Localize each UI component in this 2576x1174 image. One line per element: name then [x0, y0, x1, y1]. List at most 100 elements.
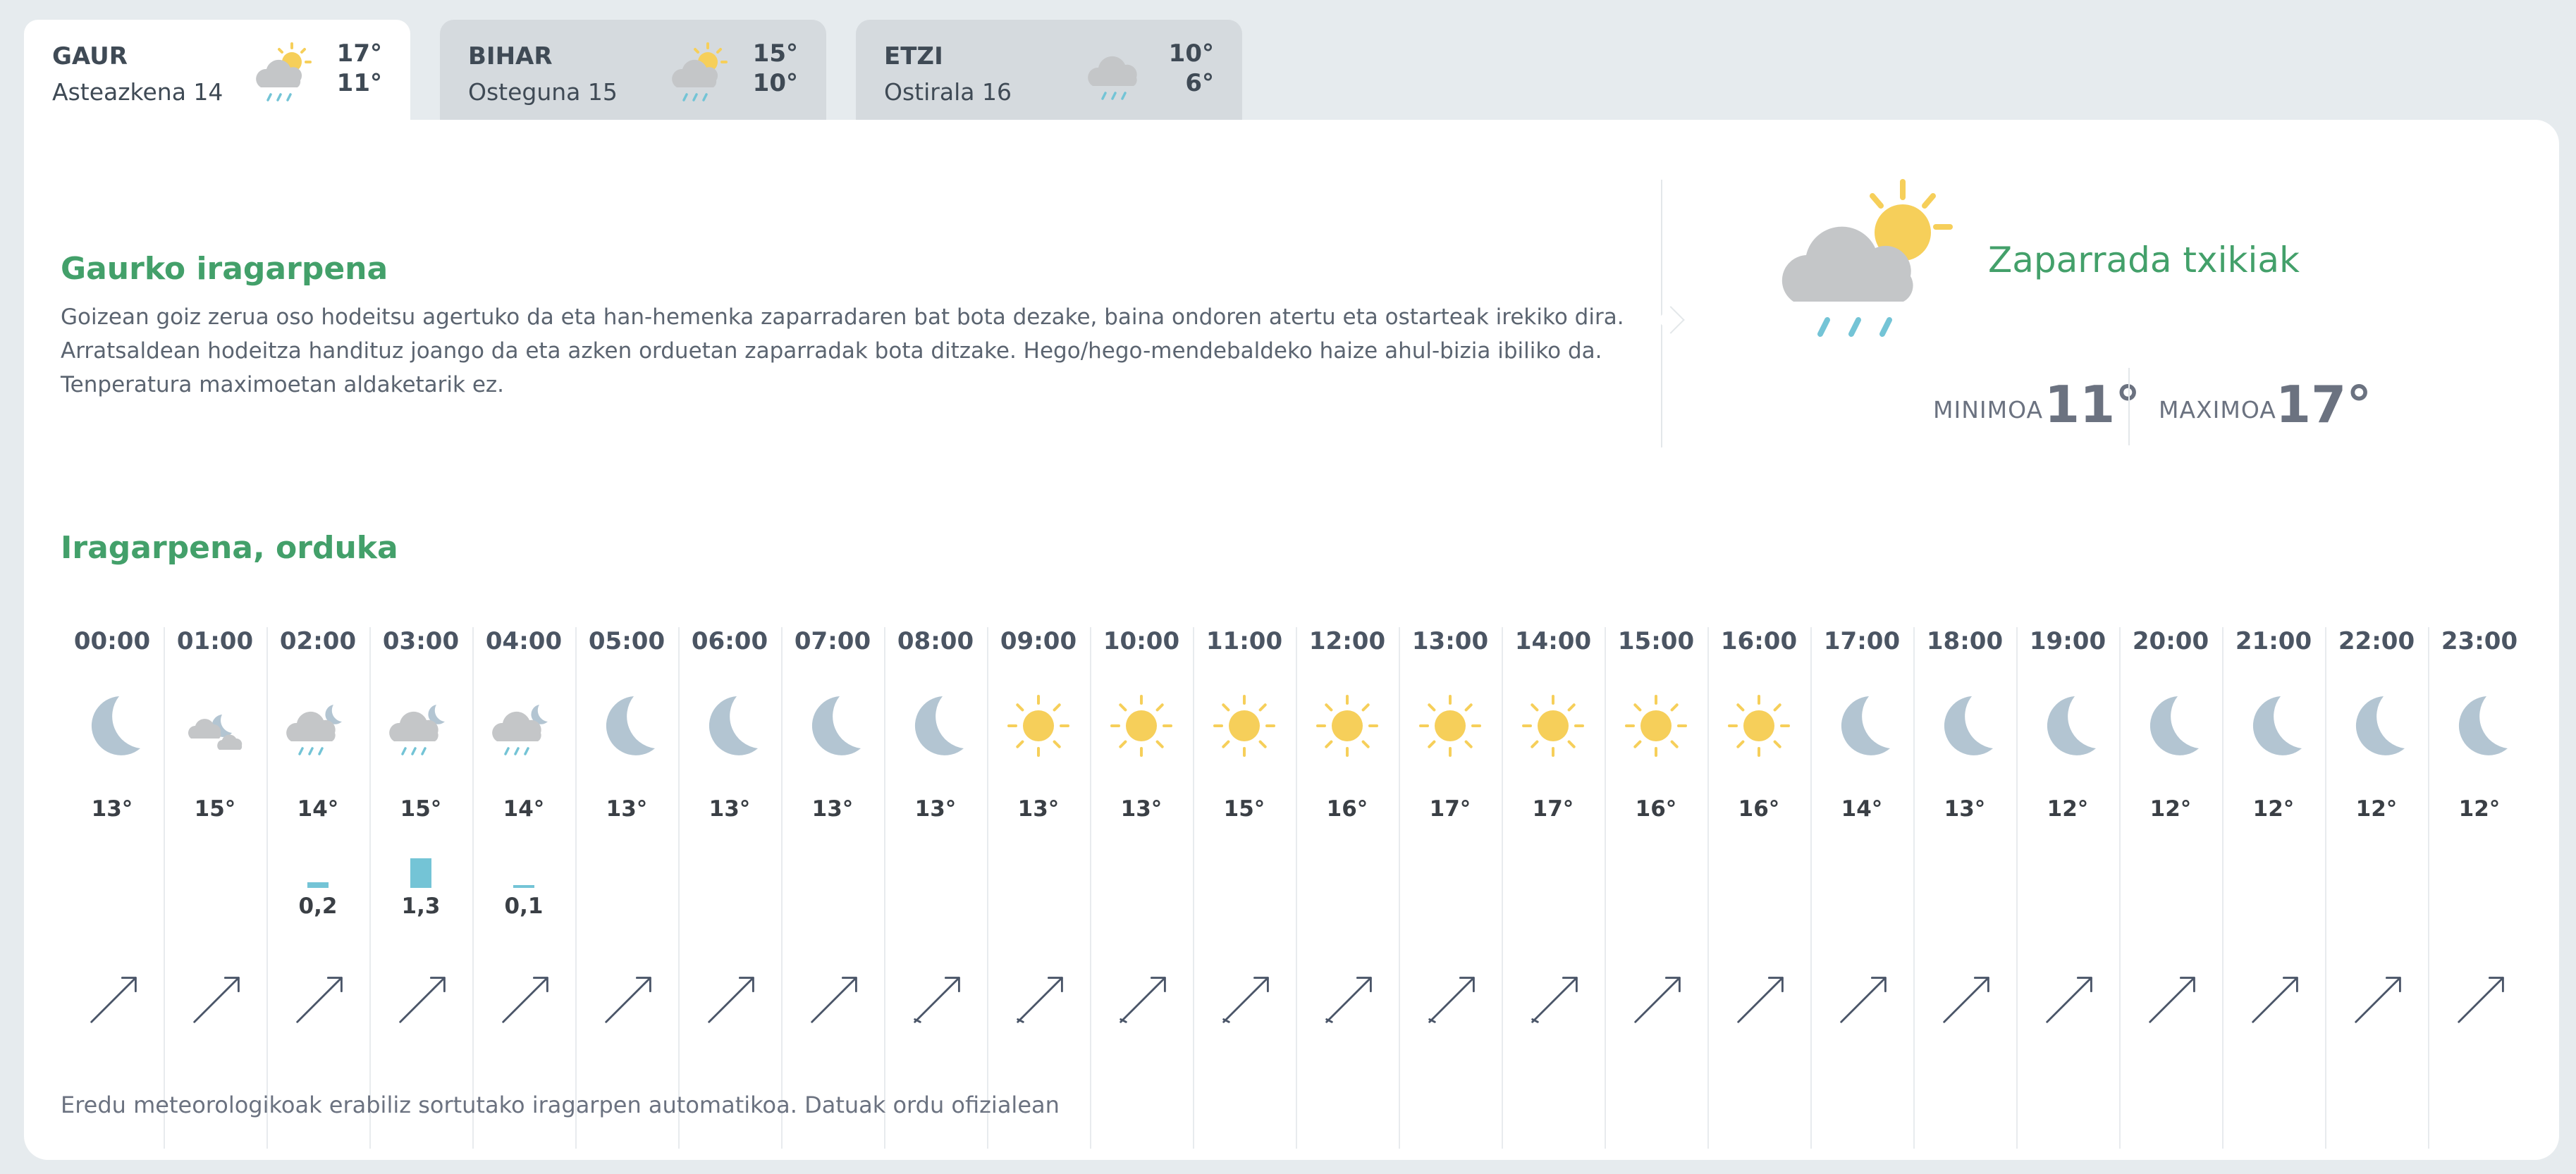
- moon-icon: [2355, 696, 2405, 755]
- hour-temp: 16°: [1326, 796, 1368, 822]
- hour-temp: 13°: [914, 796, 957, 822]
- hour-column: 19:00 12°: [2016, 627, 2121, 1149]
- hour-label: 05:00: [588, 627, 666, 655]
- hour-label: 02:00: [279, 627, 357, 655]
- hour-temp: 12°: [2252, 796, 2295, 822]
- min-label: MINIMOA: [1933, 396, 2044, 424]
- wind-arrow-icon: [1634, 977, 1681, 1023]
- sun-icon: [1522, 695, 1584, 757]
- tab-day-date: Asteazkena 14: [52, 78, 223, 106]
- hour-column: 13:00 17°: [1399, 627, 1503, 1149]
- hour-label: 13:00: [1411, 627, 1489, 655]
- max-value: 17°: [2276, 375, 2372, 434]
- hour-column: 07:00 13°: [781, 627, 885, 1149]
- tab-day-name: GAUR: [52, 42, 128, 70]
- hour-temp: 13°: [709, 796, 751, 822]
- wind-arrow-icon: [2458, 977, 2504, 1023]
- tab-bihar[interactable]: BIHAR Osteguna 15 15° 10°: [440, 20, 826, 120]
- hour-column: 08:00 13°: [884, 627, 988, 1149]
- wind-arrow-icon: [708, 977, 754, 1023]
- sun-icon: [1007, 695, 1069, 757]
- hour-column: 03:00 15° 1,3: [369, 627, 474, 1149]
- hour-temp: 13°: [811, 796, 854, 822]
- precip-value: 0,2: [298, 894, 338, 919]
- tab-max-temp: 10°: [1168, 39, 1214, 68]
- hour-column: 10:00 13°: [1090, 627, 1194, 1149]
- wind-arrow-icon: [502, 977, 548, 1023]
- wind-arrow-icon: [399, 977, 446, 1023]
- sun-icon: [1213, 695, 1275, 757]
- moon-icon: [2458, 696, 2508, 755]
- moon-icon: [2252, 696, 2302, 755]
- wind-arrow-icon: [1017, 977, 1063, 1023]
- hour-temp: 13°: [91, 796, 133, 822]
- hour-label: 15:00: [1617, 627, 1695, 655]
- hour-label: 18:00: [1926, 627, 2004, 655]
- hour-column: 22:00 12°: [2325, 627, 2429, 1149]
- hour-temp: 17°: [1429, 796, 1471, 822]
- hour-label: 03:00: [382, 627, 460, 655]
- sun-icon: [1728, 695, 1790, 757]
- max-label: MAXIMOA: [2159, 396, 2276, 424]
- wind-arrow-icon: [2149, 977, 2195, 1023]
- hour-column: 01:00 15°: [164, 627, 268, 1149]
- hour-temp: 12°: [2149, 796, 2192, 822]
- hour-column: 16:00 16°: [1707, 627, 1812, 1149]
- hour-column: 14:00 17°: [1502, 627, 1606, 1149]
- hour-temp: 12°: [2047, 796, 2089, 822]
- hour-label: 19:00: [2029, 627, 2106, 655]
- wind-arrow-icon: [1840, 977, 1887, 1023]
- wind-arrow-icon: [605, 977, 651, 1023]
- moon-icon: [91, 696, 140, 755]
- wind-arrow-icon: [1428, 977, 1475, 1023]
- moon-icon: [2047, 696, 2096, 755]
- sun-cloud-rain-icon: [1781, 179, 1953, 337]
- hour-column: 04:00 14° 0,1: [472, 627, 577, 1149]
- hour-label: 11:00: [1206, 627, 1283, 655]
- tab-gaur[interactable]: GAUR Asteazkena 14 17° 11°: [24, 20, 410, 125]
- hour-temp: 16°: [1738, 796, 1780, 822]
- hour-label: 17:00: [1823, 627, 1901, 655]
- moon-icon: [606, 696, 655, 755]
- hour-temp: 12°: [2355, 796, 2398, 822]
- tab-max-temp: 15°: [752, 39, 798, 68]
- hour-column: 06:00 13°: [678, 627, 783, 1149]
- precip-bar: [513, 885, 534, 888]
- tab-day-date: Osteguna 15: [468, 78, 618, 106]
- moon-icon: [914, 696, 964, 755]
- hour-temp: 13°: [606, 796, 648, 822]
- wind-arrow-icon: [1120, 977, 1166, 1023]
- hour-label: 04:00: [485, 627, 563, 655]
- hour-column: 11:00 15°: [1193, 627, 1297, 1149]
- hour-column: 17:00 14°: [1810, 627, 1915, 1149]
- tab-min-temp: 10°: [752, 69, 798, 97]
- hour-label: 00:00: [73, 627, 151, 655]
- hour-column: 02:00 14° 0,2: [266, 627, 371, 1149]
- hour-label: 06:00: [691, 627, 768, 655]
- moon-cloud-rain-icon: [286, 705, 342, 755]
- wind-arrow-icon: [914, 977, 960, 1023]
- sun-icon: [1316, 695, 1378, 757]
- moon-icon: [1841, 696, 1890, 755]
- tab-max-temp: 17°: [336, 39, 382, 68]
- forecast-line: Goizean goiz zerua oso hodeitsu agertuko…: [61, 304, 1624, 330]
- hour-label: 09:00: [1000, 627, 1077, 655]
- hour-column: 05:00 13°: [575, 627, 680, 1149]
- wind-arrow-icon: [1325, 977, 1372, 1023]
- cloud-rain-icon: [1088, 56, 1137, 100]
- hour-label: 12:00: [1308, 627, 1386, 655]
- hour-temp: 13°: [1017, 796, 1060, 822]
- hour-column: 00:00 13°: [61, 627, 165, 1149]
- wind-arrow-icon: [296, 977, 343, 1023]
- wind-arrow-icon: [1222, 977, 1269, 1023]
- hour-column: 23:00 12°: [2428, 627, 2531, 1149]
- hour-temp: 15°: [1223, 796, 1265, 822]
- forecast-panel: Gaurko iragarpena Goizean goiz zerua oso…: [24, 120, 2559, 1160]
- moon-icon: [2149, 696, 2199, 755]
- tab-etzi[interactable]: ETZI Ostirala 16 10° 6°: [856, 20, 1242, 120]
- hour-temp: 16°: [1635, 796, 1677, 822]
- hour-column: 21:00 12°: [2222, 627, 2326, 1149]
- tab-min-temp: 6°: [1185, 69, 1214, 97]
- precip-bar: [410, 858, 431, 888]
- wind-arrow-icon: [2252, 977, 2298, 1023]
